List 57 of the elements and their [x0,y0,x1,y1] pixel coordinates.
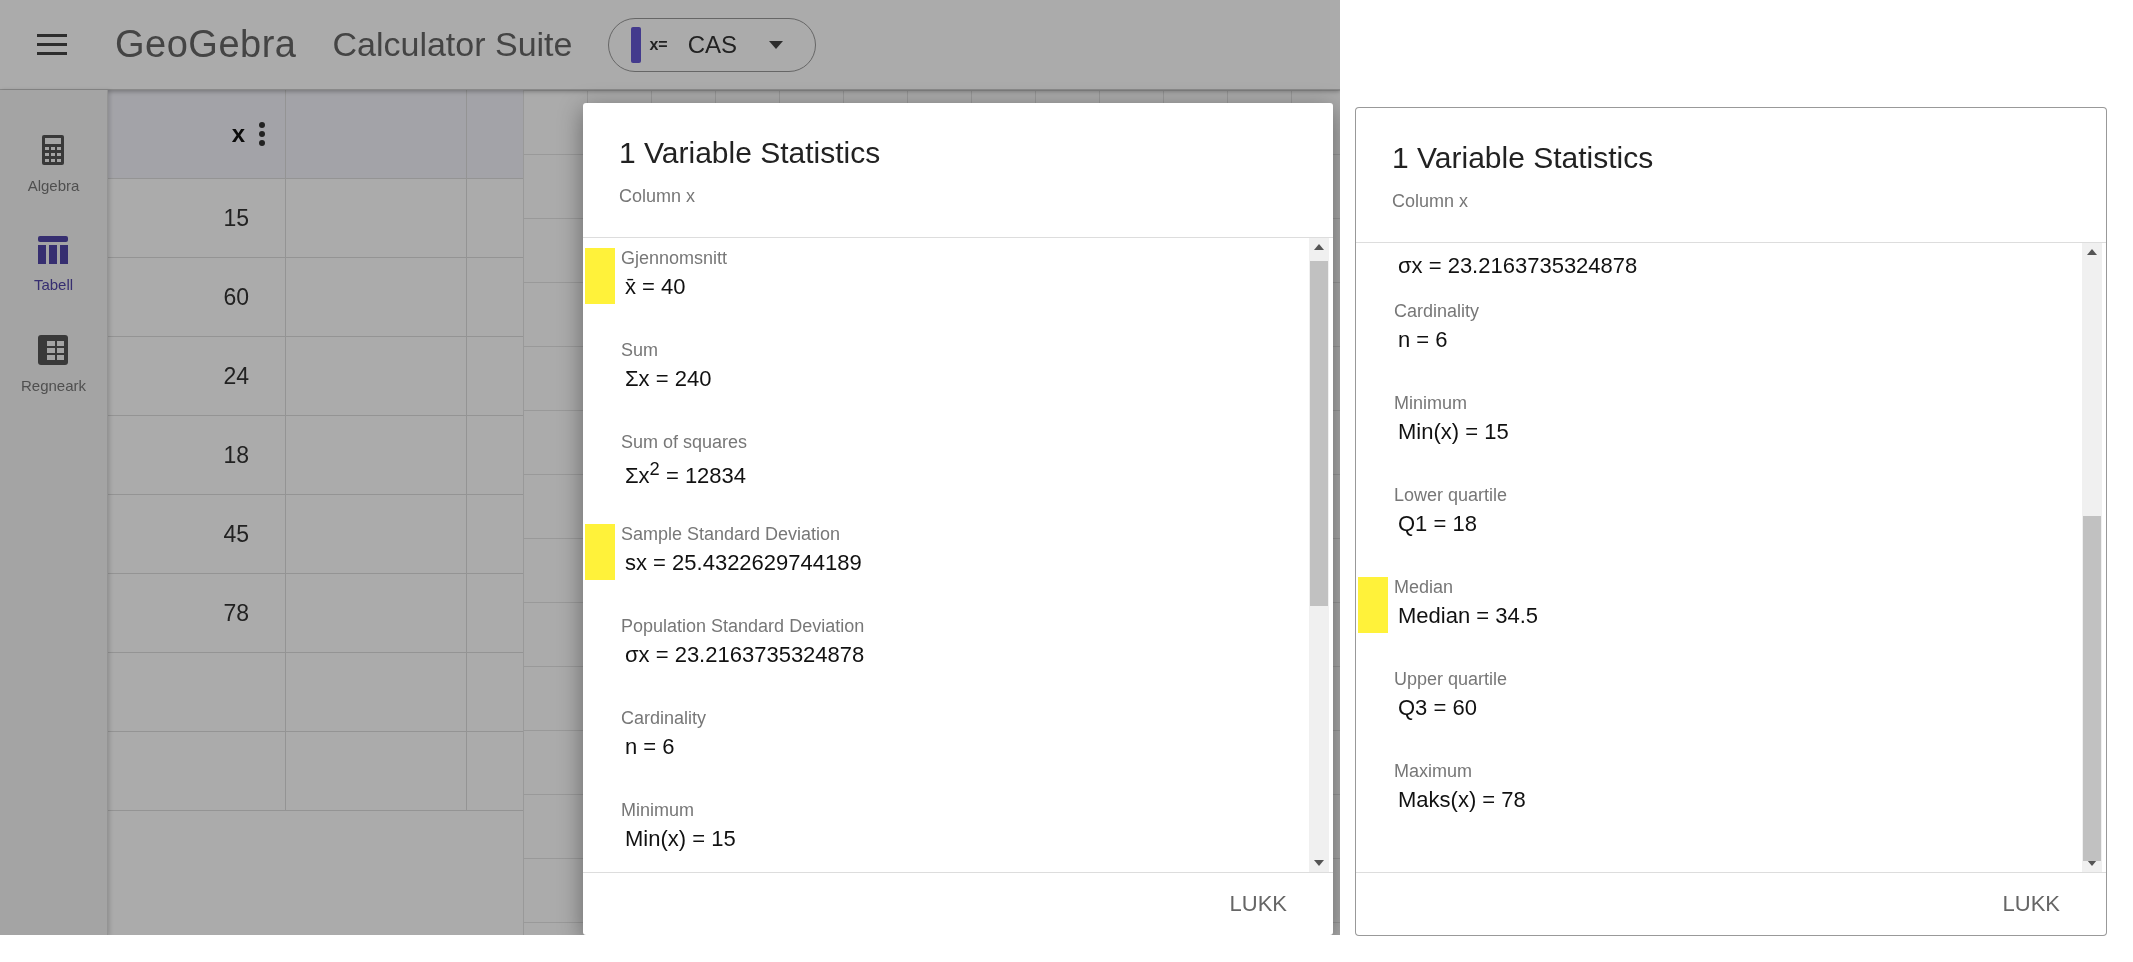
close-button[interactable]: LUKK [1996,890,2066,918]
stat-value: n = 6 [1397,327,1449,353]
table-cell: 24 [223,362,249,390]
stat-value: Σx = 240 [624,366,712,392]
stat-label: Gjennomsnitt [621,248,728,270]
caret-icon [769,40,784,49]
stat-value: n = 6 [624,734,676,760]
spreadsheet-icon [38,335,69,365]
more-options-icon[interactable] [259,122,265,146]
sidebar-item[interactable]: Algebra [27,135,80,194]
table-cell: 78 [223,599,249,627]
scrollbar[interactable] [2082,243,2102,872]
stat-value: Q1 = 18 [1397,511,1478,537]
stat-value: Maks(x) = 78 [1397,787,1526,813]
scroll-down-icon[interactable] [1314,860,1324,866]
sidebar-item[interactable]: Tabell [33,236,74,293]
stat-label: Sample Standard Deviation [621,524,842,546]
dialog-title: 1 Variable Statistics [619,136,882,170]
stat-label: Minimum [621,800,695,822]
brand-logo: GeoGebra [115,23,297,66]
stat-value: Q3 = 60 [1397,695,1478,721]
table-cell: 60 [223,283,249,311]
stat-label: Sum of squares [621,432,748,454]
stat-value: Σx$^{2}$ = 12834 [624,458,748,490]
app-title: Calculator Suite [332,25,573,64]
stat-label: Minimum [1394,393,1468,415]
stat-label: Cardinality [1394,301,1480,323]
stat-value: sx = 25.4322629744189 [624,550,862,576]
stat-label: Upper quartile [1394,669,1508,691]
table-icon [38,236,69,264]
scroll-up-icon[interactable] [1314,244,1324,250]
stat-label: Maximum [1394,761,1473,783]
stat-value: Min(x) = 15 [1397,419,1509,445]
close-button[interactable]: LUKK [1223,890,1293,918]
stat-label: Population Standard Deviation [621,616,865,638]
table-cell: 18 [223,441,249,469]
scroll-up-icon[interactable] [2087,249,2097,255]
calculator-icon [42,135,65,165]
table-cell: 15 [223,204,249,232]
stat-value: x̄ = 40 [624,274,687,300]
scrollbar[interactable] [1309,238,1329,872]
dialog-subtitle: Column x [619,186,697,207]
stat-value: σx = 23.2163735324878 [1397,253,1638,279]
table-cell: 45 [223,520,249,548]
stat-label: Sum [621,340,659,362]
dialog-title: 1 Variable Statistics [1392,141,1655,175]
stat-label: Cardinality [621,708,707,730]
mode-dropdown[interactable]: x= CAS [608,17,817,72]
stat-label: Lower quartile [1394,485,1508,507]
menu-icon[interactable] [37,33,67,56]
sidebar-item[interactable]: Regneark [20,335,86,394]
stat-label: Median [1394,577,1455,599]
dialog-subtitle: Column x [1392,191,1470,212]
stat-value: σx = 23.2163735324878 [624,642,865,668]
column-header: x [231,120,245,148]
stat-value: Min(x) = 15 [624,826,736,852]
stat-value: Median = 34.5 [1397,603,1539,629]
